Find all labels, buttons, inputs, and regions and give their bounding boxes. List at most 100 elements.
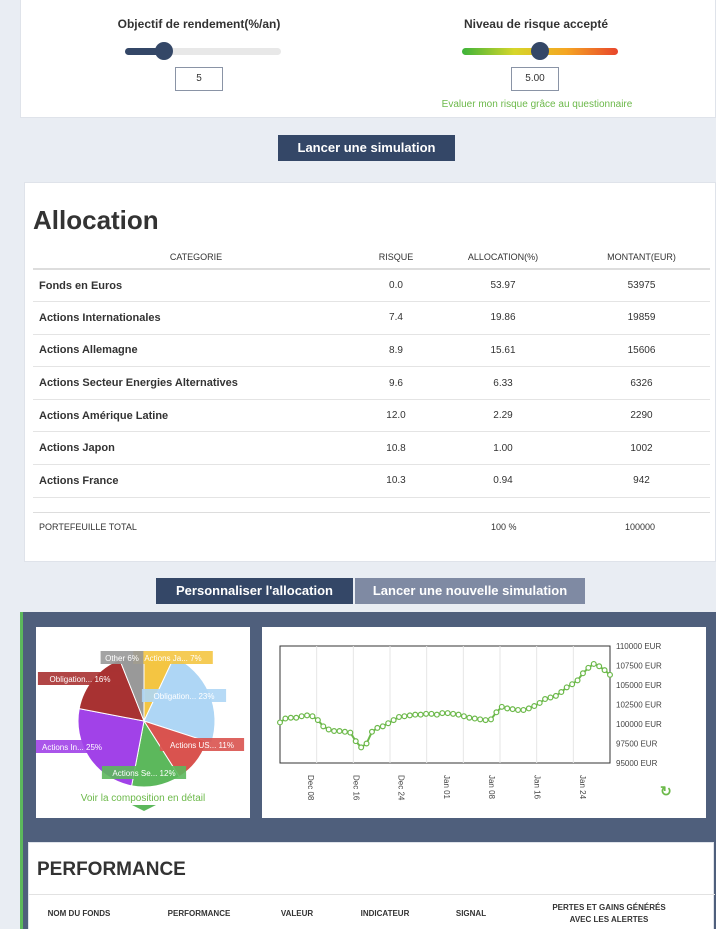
data-point[interactable] [515,706,522,713]
data-point[interactable] [439,710,446,717]
data-point[interactable] [433,711,440,718]
data-point[interactable] [287,714,294,721]
data-point[interactable] [368,728,375,735]
return-slider-handle[interactable] [155,42,173,60]
pie-slice-label: Actions US... 11% [159,738,245,751]
data-point[interactable] [298,713,305,720]
customize-allocation-button[interactable]: Personnaliser l'allocation [156,578,353,604]
allocation-row: Fonds en Euros 0.0 53.97 53975 [33,269,710,303]
row-amount: 6326 [573,366,710,400]
risk-value-input[interactable]: 5.00 [511,67,559,91]
data-point[interactable] [320,723,327,730]
data-point[interactable] [466,714,473,721]
allocation-pie-chart: Actions Ja... 7% Obligation... 23% Actions… [29,651,245,788]
data-point[interactable] [563,684,570,691]
return-value-input[interactable]: 5 [175,67,223,91]
data-point[interactable] [487,716,494,723]
col-header-amount: MONTANT(EUR) [573,245,710,270]
data-point[interactable] [493,709,500,716]
data-point[interactable] [309,713,316,720]
data-point[interactable] [574,677,581,684]
data-point[interactable] [552,692,559,699]
data-point[interactable] [423,710,430,717]
row-category: Actions Internationales [33,301,359,335]
pie-slice-label: Other 6% [100,651,144,664]
allocation-card: Allocation CATEGORIE RISQUE ALLOCATION(%… [24,182,716,562]
data-point[interactable] [379,723,386,730]
y-tick-label: 107500 EUR [616,662,662,671]
data-point[interactable] [341,728,348,735]
data-point[interactable] [390,717,397,724]
data-point[interactable] [455,711,462,718]
return-slider-track[interactable] [125,48,281,55]
row-allocation: 2.29 [433,399,573,433]
svg-text:Actions In... 25%: Actions In... 25% [42,743,102,752]
row-risk: 7.4 [359,301,433,335]
svg-text:Other 6%: Other 6% [105,654,139,663]
data-point[interactable] [471,715,478,722]
portfolio-total-row: PORTEFEUILLE TOTAL 100 % 100000 [33,512,710,542]
data-point[interactable] [396,713,403,720]
y-tick-label: 105000 EUR [616,681,662,690]
data-point[interactable] [531,703,538,710]
data-point[interactable] [325,726,332,733]
data-point[interactable] [331,728,338,735]
allocation-row: Actions Allemagne 8.9 15.61 15606 [33,334,710,368]
x-tick-label: Dec 24 [397,775,406,801]
data-point[interactable] [607,671,614,678]
data-point[interactable] [590,660,597,667]
data-point[interactable] [579,670,586,677]
data-point[interactable] [401,713,408,720]
new-simulation-button[interactable]: Lancer une nouvelle simulation [355,578,585,604]
data-point[interactable] [336,728,343,735]
data-point[interactable] [460,713,467,720]
data-point[interactable] [363,740,370,747]
col-header-value: VALEUR [280,909,314,918]
data-point[interactable] [596,663,603,670]
row-amount: 53975 [573,269,710,303]
data-point[interactable] [352,738,359,745]
data-point[interactable] [277,719,284,726]
data-point[interactable] [358,744,365,751]
data-point[interactable] [520,706,527,713]
data-point[interactable] [482,717,489,724]
composition-detail-link[interactable]: Voir la composition en détail [36,793,250,804]
data-point[interactable] [406,712,413,719]
risk-questionnaire-link[interactable]: Evaluer mon risque grâce au questionnair… [441,99,633,110]
data-point[interactable] [444,710,451,717]
data-point[interactable] [547,694,554,701]
data-point[interactable] [304,712,311,719]
data-point[interactable] [601,667,608,674]
data-point[interactable] [293,714,300,721]
data-point[interactable] [558,689,565,696]
data-point[interactable] [585,664,592,671]
data-point[interactable] [536,699,543,706]
data-point[interactable] [542,696,549,703]
data-point[interactable] [569,681,576,688]
data-point[interactable] [314,717,321,724]
allocation-row: Actions Amérique Latine 12.0 2.29 2290 [33,399,710,433]
svg-text:Actions Ja... 7%: Actions Ja... 7% [144,654,201,663]
data-point[interactable] [509,706,516,713]
svg-text:Actions US... 11%: Actions US... 11% [170,741,234,750]
launch-simulation-button[interactable]: Lancer une simulation [278,135,455,161]
data-point[interactable] [450,710,457,717]
row-risk: 9.6 [359,366,433,400]
data-point[interactable] [477,716,484,723]
line-chart-card: 110000 EUR 107500 EUR 105000 EUR 102500 EUR… [262,627,706,818]
data-point[interactable] [417,711,424,718]
data-point[interactable] [347,729,354,736]
data-point[interactable] [412,711,419,718]
col-header-performance: PERFORMANCE [167,909,231,918]
refresh-icon[interactable]: ↻ [660,783,672,800]
row-allocation: 6.33 [433,366,573,400]
data-point[interactable] [504,705,511,712]
data-point[interactable] [498,703,505,710]
data-point[interactable] [525,705,532,712]
data-point[interactable] [374,724,381,731]
data-point[interactable] [385,720,392,727]
data-point[interactable] [428,710,435,717]
risk-slider-handle[interactable] [531,42,549,60]
data-point[interactable] [282,715,289,722]
row-risk: 10.8 [359,431,433,466]
